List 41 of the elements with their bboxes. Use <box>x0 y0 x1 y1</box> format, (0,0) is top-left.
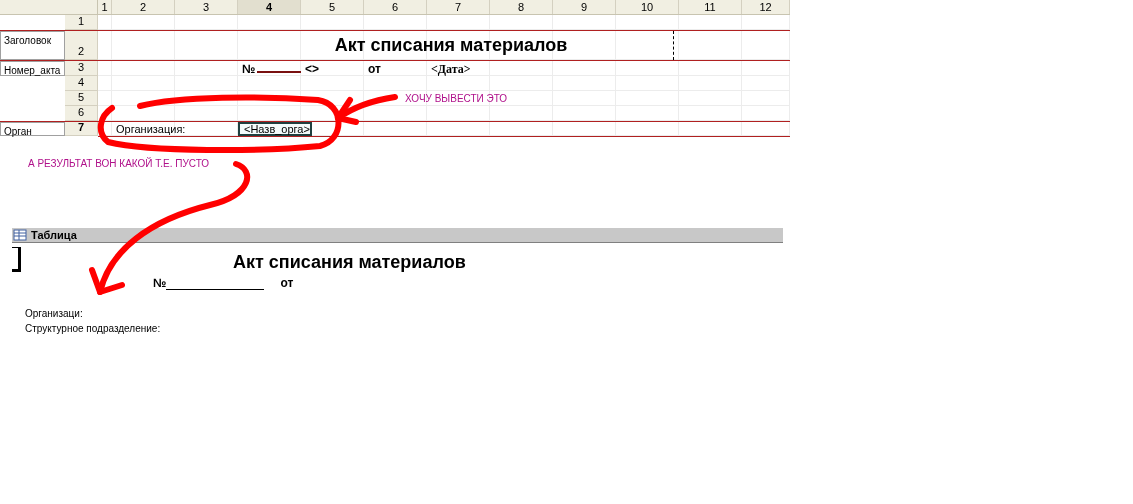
row-number[interactable]: 7 <box>65 122 98 136</box>
column-header[interactable]: 2 <box>112 0 175 14</box>
template-cell[interactable]: Акт списания материалов <box>112 31 790 60</box>
template-cell[interactable]: Организация: <box>112 122 238 136</box>
row-number[interactable]: 5 <box>65 91 98 106</box>
row-number[interactable]: 3 <box>65 61 98 76</box>
number-sign: № <box>153 275 167 292</box>
column-header[interactable]: 6 <box>364 0 427 14</box>
column-header[interactable]: 8 <box>490 0 553 14</box>
column-header[interactable]: 4 <box>238 0 301 14</box>
report-line: Структурное подразделение: <box>25 322 161 336</box>
section-label[interactable]: Орган <box>0 122 65 136</box>
report-line: Организаци: <box>25 307 83 321</box>
row-number[interactable]: 6 <box>65 106 98 121</box>
page-break-line <box>673 31 674 60</box>
annotation-note: А РЕЗУЛЬТАТ ВОН КАКОЙ Т.Е. ПУСТО <box>28 156 210 171</box>
column-header[interactable]: 5 <box>301 0 364 14</box>
window-title: Таблица <box>31 227 77 243</box>
scribble-arrow <box>335 94 398 125</box>
column-header[interactable]: 11 <box>679 0 742 14</box>
template-cell[interactable]: № <box>238 61 302 76</box>
column-header[interactable]: 1 <box>98 0 112 14</box>
report-heading: Акт списания материалов <box>233 251 466 274</box>
row-number[interactable]: 1 <box>65 15 98 30</box>
template-cell[interactable]: от <box>364 61 427 76</box>
template-cell[interactable]: <Назв_орга> <box>238 122 312 136</box>
section-label[interactable]: Номер_акта <box>0 61 65 76</box>
column-header[interactable]: 9 <box>553 0 616 14</box>
column-header[interactable]: 10 <box>616 0 679 14</box>
template-cell[interactable]: <Дата> <box>427 61 490 76</box>
date-label: от <box>280 275 294 292</box>
template-cell[interactable]: <> <box>301 61 364 76</box>
column-header[interactable]: 7 <box>427 0 490 14</box>
annotation-note: ХОЧУ ВЫВЕСТИ ЭТО <box>405 92 508 106</box>
row-number[interactable]: 4 <box>65 76 98 91</box>
section-label[interactable]: Заголовок <box>0 31 65 60</box>
column-header[interactable]: 12 <box>742 0 790 14</box>
row-number[interactable]: 2 <box>65 31 98 60</box>
table-icon <box>13 229 27 241</box>
cursor-bracket <box>12 247 21 272</box>
underline <box>257 71 302 73</box>
